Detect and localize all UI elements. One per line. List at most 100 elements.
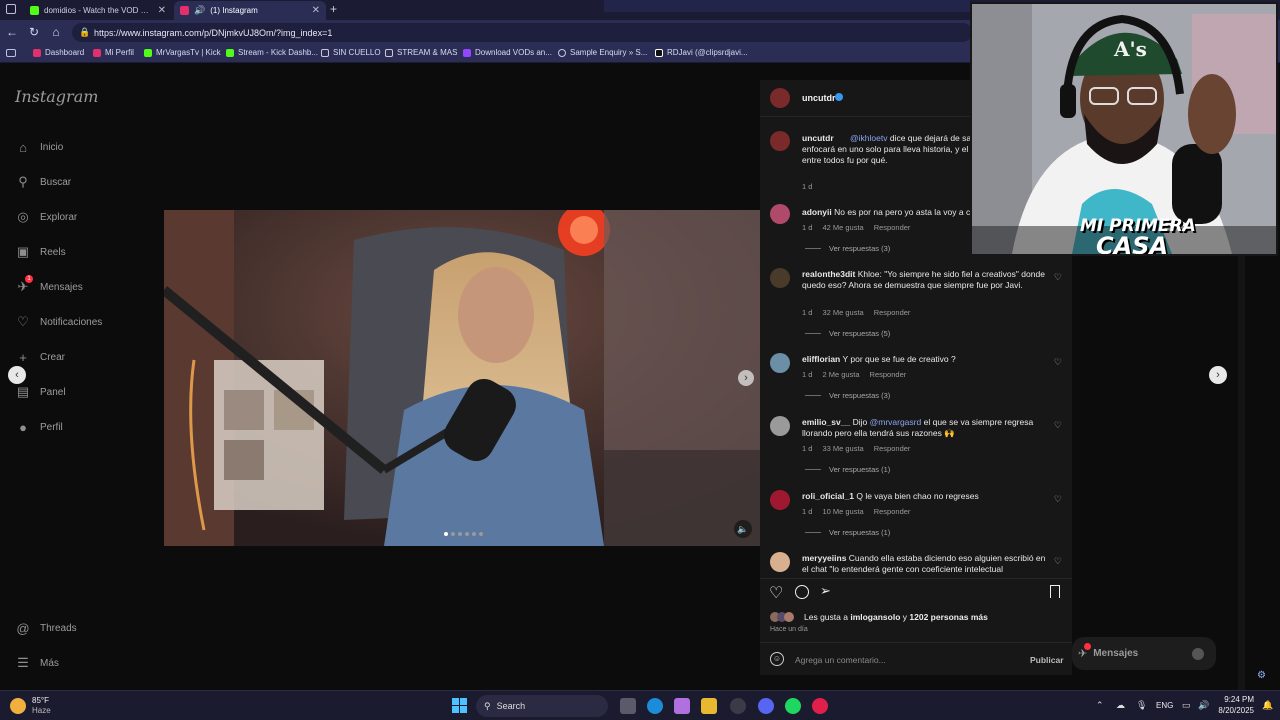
back-icon[interactable]: ← — [4, 24, 20, 40]
nav-threads[interactable]: @ Threads — [15, 620, 76, 636]
comment-likes[interactable]: 33 Me gusta — [822, 444, 863, 453]
avatar[interactable] — [770, 353, 790, 373]
speaker-icon[interactable]: 🔊 — [194, 5, 205, 16]
like-comment-icon[interactable]: ♡ — [1054, 272, 1062, 283]
nav-perfil[interactable]: ● Perfil — [15, 419, 63, 435]
clock-date[interactable]: 8/20/2025 — [1214, 706, 1254, 715]
bookmark-mi-perfil[interactable]: Mi Perfil — [93, 48, 134, 57]
comment-likes[interactable]: 2 Me gusta — [822, 370, 859, 379]
microphone-icon[interactable]: 🎙 — [1136, 700, 1147, 711]
copilot-icon[interactable] — [674, 698, 690, 714]
comment-input[interactable]: Agrega un comentario... — [795, 655, 886, 665]
caption-mention[interactable]: @ikhloetv — [850, 133, 887, 143]
comment-user[interactable]: realonthe3dit — [802, 269, 855, 279]
previous-post-button[interactable]: ‹ — [8, 366, 26, 384]
nav-buscar[interactable]: ⚲ Buscar — [15, 174, 71, 190]
avatar[interactable] — [770, 490, 790, 510]
post-author[interactable]: uncutdr — [802, 93, 836, 103]
post-media[interactable]: › 🔈 — [164, 210, 760, 546]
likes-user[interactable]: imlogansolo — [850, 612, 900, 622]
like-comment-icon[interactable]: ♡ — [1054, 357, 1062, 368]
home-icon[interactable]: ⌂ — [48, 24, 64, 40]
comment-mention[interactable]: @mrvargasrd — [870, 417, 922, 427]
volume-icon[interactable]: 🔊 — [1198, 700, 1209, 711]
bookmark-download-vods[interactable]: Download VODs an... — [463, 48, 552, 57]
comment-user[interactable]: emilio_sv__ — [802, 417, 850, 427]
bookmark-sample-enquiry[interactable]: Sample Enquiry » S... — [558, 48, 647, 57]
close-icon[interactable]: ✕ — [306, 5, 320, 16]
caption-author[interactable]: uncutdr — [802, 133, 834, 143]
comment-icon[interactable] — [795, 585, 809, 599]
avatar[interactable] — [770, 88, 790, 108]
spotify-icon[interactable] — [785, 698, 801, 714]
reply-button[interactable]: Responder — [874, 308, 911, 317]
bookmark-mrvargastv[interactable]: MrVargasTv | Kick — [144, 48, 221, 57]
like-comment-icon[interactable]: ♡ — [1054, 420, 1062, 431]
bookmark-stream-mas[interactable]: STREAM & MAS — [385, 48, 457, 57]
task-view-icon[interactable] — [620, 698, 636, 714]
weather-temp[interactable]: 85°F — [32, 696, 49, 705]
comment-user[interactable]: meryyeiins — [802, 553, 846, 563]
close-icon[interactable]: ✕ — [152, 5, 166, 16]
mute-button[interactable]: 🔈 — [734, 520, 752, 538]
weather-desc[interactable]: Haze — [32, 706, 51, 715]
comment-user[interactable]: adonyii — [802, 207, 832, 217]
tab-actions-icon[interactable] — [6, 4, 16, 14]
chevron-up-icon[interactable]: ⌃ — [1096, 700, 1104, 711]
view-replies-button[interactable]: Ver respuestas (3) — [805, 391, 890, 400]
reload-icon[interactable]: ↻ — [26, 24, 42, 40]
reply-button[interactable]: Responder — [870, 370, 907, 379]
taskbar-search[interactable]: ⚲ Search — [476, 695, 608, 717]
discord-icon[interactable] — [758, 698, 774, 714]
view-replies-button[interactable]: Ver respuestas (1) — [805, 528, 890, 537]
language-indicator[interactable]: ENG — [1156, 701, 1173, 710]
nav-mas[interactable]: ☰ Más — [15, 655, 59, 671]
nav-notificaciones[interactable]: ♡ Notificaciones — [15, 314, 102, 330]
view-replies-button[interactable]: Ver respuestas (3) — [805, 244, 890, 253]
like-comment-icon[interactable]: ♡ — [1054, 494, 1062, 505]
avatar[interactable] — [770, 204, 790, 224]
likes-summary[interactable]: Les gusta a imlogansolo y 1202 personas … — [804, 612, 988, 622]
file-explorer-icon[interactable] — [701, 698, 717, 714]
bookmark-sin-cuello[interactable]: SIN CUELLO — [321, 48, 381, 57]
bookmark-rdjavi[interactable]: RDJavi (@clipsrdjavi... — [655, 48, 748, 57]
bookmark-kick-dashboard[interactable]: Stream - Kick Dashb... — [226, 48, 318, 57]
weather-icon[interactable] — [10, 698, 26, 714]
clock-time[interactable]: 9:24 PM — [1218, 695, 1254, 704]
avatar[interactable] — [770, 416, 790, 436]
reply-button[interactable]: Responder — [874, 507, 911, 516]
next-post-button[interactable]: › — [1209, 366, 1227, 384]
nav-panel[interactable]: ▤ Panel — [15, 384, 66, 400]
tab-instagram[interactable]: 🔊 (1) Instagram ✕ — [174, 1, 326, 20]
instagram-logo[interactable]: Instagram — [15, 87, 98, 106]
nav-mensajes[interactable]: ✈ 1 Mensajes — [15, 275, 83, 295]
comment-user[interactable]: roli_oficial_1 — [802, 491, 854, 501]
edge-icon[interactable] — [647, 698, 663, 714]
network-icon[interactable]: ▭ — [1182, 700, 1191, 711]
tab-kick[interactable]: domidios - Watch the VOD on Kick ✕ — [24, 1, 172, 20]
bookmark-icon[interactable] — [1050, 585, 1060, 598]
notification-bell-icon[interactable]: 🔔 — [1262, 700, 1273, 711]
reply-button[interactable]: Responder — [874, 223, 911, 232]
comment-user[interactable]: elifflorian — [802, 354, 840, 364]
cloud-icon[interactable]: ☁ — [1116, 700, 1125, 711]
settings-gear-icon[interactable]: ⚙ — [1257, 670, 1266, 681]
comment-likes[interactable]: 32 Me gusta — [822, 308, 863, 317]
avatar[interactable] — [770, 268, 790, 288]
like-post-icon[interactable]: ♡ — [769, 583, 783, 603]
share-icon[interactable]: ➢ — [820, 583, 831, 599]
view-replies-button[interactable]: Ver respuestas (5) — [805, 329, 890, 338]
messages-floating-button[interactable]: ✈ Mensajes — [1072, 637, 1216, 670]
nav-explorar[interactable]: ◎ Explorar — [15, 209, 77, 225]
nav-reels[interactable]: ▣ Reels — [15, 244, 66, 260]
like-comment-icon[interactable]: ♡ — [1054, 556, 1062, 567]
avatar[interactable] — [770, 131, 790, 151]
comment-likes[interactable]: 10 Me gusta — [822, 507, 863, 516]
windows-start-icon[interactable] — [452, 698, 467, 713]
publish-button[interactable]: Publicar — [1030, 655, 1064, 665]
obs-icon[interactable] — [730, 698, 746, 714]
app-icon[interactable] — [812, 698, 828, 714]
bookmark-dashboard[interactable]: Dashboard — [33, 48, 84, 57]
nav-inicio[interactable]: ⌂ Inicio — [15, 139, 63, 155]
comment-likes[interactable]: 42 Me gusta — [822, 223, 863, 232]
